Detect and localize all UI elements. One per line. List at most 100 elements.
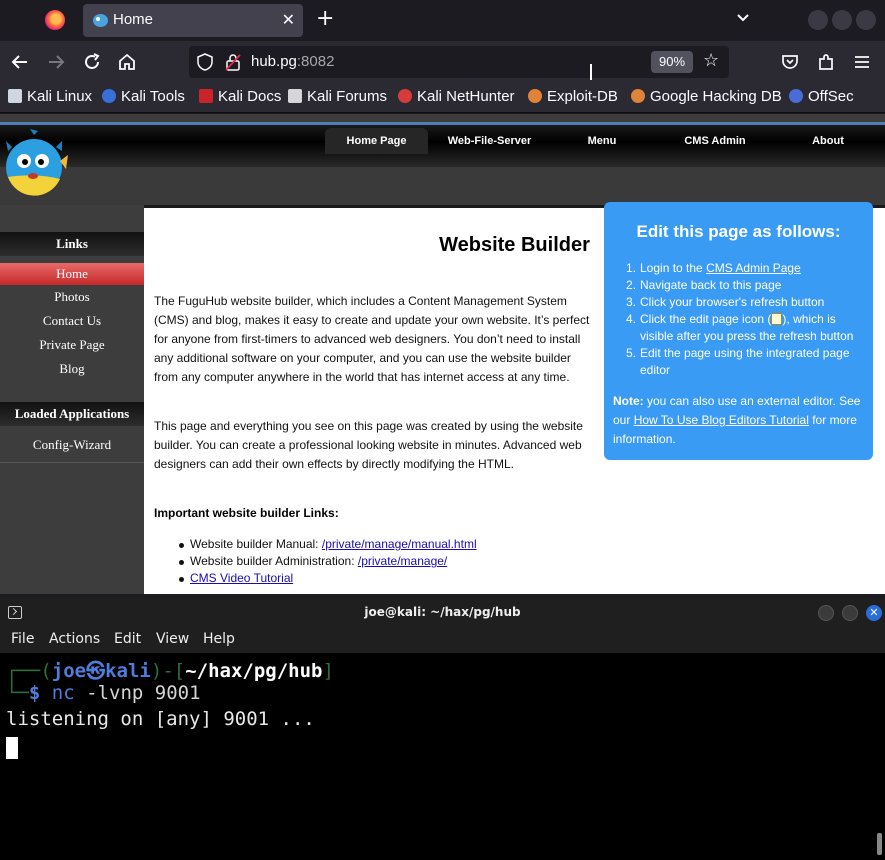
topnav-home-page[interactable]: Home Page bbox=[325, 128, 428, 154]
zoom-level-badge[interactable]: 90% bbox=[651, 51, 693, 73]
command-output: listening on [any] 9001 ... bbox=[6, 708, 315, 730]
sidebar-item-home[interactable]: Home bbox=[0, 263, 144, 285]
builder-links-list: Website builder Manual: /private/manage/… bbox=[179, 536, 477, 587]
cms-video-tutorial-link[interactable]: CMS Video Tutorial bbox=[190, 571, 293, 585]
bookmark-label: Exploit-DB bbox=[547, 88, 618, 105]
close-window-icon[interactable] bbox=[856, 10, 876, 30]
bookmark-kali-tools[interactable]: Kali Tools bbox=[102, 88, 185, 108]
terminal-minimize-icon[interactable] bbox=[818, 605, 834, 621]
bookmark-exploit-db[interactable]: Exploit-DB bbox=[528, 88, 618, 108]
maximize-window-icon[interactable] bbox=[832, 10, 852, 30]
bookmark-kali-forums[interactable]: Kali Forums bbox=[288, 88, 387, 108]
bookmark-kali-linux[interactable]: Kali Linux bbox=[8, 88, 92, 108]
sidebar-item-config-wizard[interactable]: Config-Wizard bbox=[0, 434, 144, 456]
fuguhub-favicon-icon bbox=[93, 14, 108, 27]
back-arrow-icon[interactable] bbox=[9, 51, 31, 73]
blog-editors-tutorial-link[interactable]: How To Use Blog Editors Tutorial bbox=[634, 413, 809, 427]
command-name: nc bbox=[51, 682, 75, 704]
sidebar-item-private-page[interactable]: Private Page bbox=[0, 334, 144, 356]
header-lower bbox=[0, 167, 885, 205]
bookmark-label: Kali Docs bbox=[218, 88, 282, 105]
kali-dragon-icon bbox=[8, 89, 22, 103]
bookmark-label: Google Hacking DB bbox=[650, 88, 782, 105]
command-args: -lvnp 9001 bbox=[86, 682, 201, 704]
fuguhub-pufferfish-logo-icon[interactable] bbox=[2, 129, 68, 203]
bookmark-kali-nethunter[interactable]: Kali NetHunter bbox=[398, 88, 515, 108]
list-item: 2. Navigate back to this page bbox=[626, 278, 782, 292]
navigation-toolbar: hub.pg:8082 90% ☆ bbox=[0, 41, 885, 84]
bookmark-label: Kali NetHunter bbox=[417, 88, 515, 105]
builder-paragraph: This page and everything you see on this… bbox=[154, 419, 583, 471]
sidebar-links-heading: Links bbox=[0, 232, 144, 256]
cms-admin-page-link[interactable]: CMS Admin Page bbox=[706, 261, 801, 275]
list-item: CMS Video Tutorial bbox=[179, 570, 477, 587]
kali-tools-icon bbox=[102, 89, 116, 103]
topnav-cms-admin[interactable]: CMS Admin bbox=[664, 128, 766, 154]
prompt-host: kali bbox=[105, 660, 151, 682]
topnav-about[interactable]: About bbox=[777, 128, 879, 154]
terminal-close-icon[interactable]: ✕ bbox=[866, 605, 882, 621]
link-prefix: Website builder Manual: bbox=[190, 537, 322, 551]
step-text: Click the edit page icon ( bbox=[640, 312, 772, 326]
step-text: Click your browser's refresh button bbox=[640, 295, 825, 309]
terminal-output[interactable]: ┌──(joe㉿kali)-[~/hax/pg/hub] └─$ nc -lvn… bbox=[0, 653, 885, 860]
sidebar-item-blog[interactable]: Blog bbox=[0, 358, 144, 380]
terminal-menu-actions[interactable]: Actions bbox=[49, 631, 100, 647]
command-line: └─$ nc -lvnp 9001 bbox=[6, 682, 201, 704]
bookmark-google-hacking-db[interactable]: Google Hacking DB bbox=[631, 88, 782, 108]
bookmark-star-icon[interactable]: ☆ bbox=[703, 50, 719, 71]
nethunter-icon bbox=[398, 89, 412, 103]
terminal-menu-edit[interactable]: Edit bbox=[114, 631, 141, 647]
tab-title: Home bbox=[113, 11, 154, 28]
step-text: Navigate back to this page bbox=[640, 278, 782, 292]
minimize-window-icon[interactable] bbox=[808, 10, 828, 30]
pocket-icon[interactable] bbox=[779, 51, 801, 73]
extensions-puzzle-icon[interactable] bbox=[815, 51, 837, 73]
web-page-viewport: Home Page Web-File-Server Menu CMS Admin… bbox=[0, 114, 885, 594]
tracking-shield-icon[interactable] bbox=[197, 53, 213, 71]
browser-tab-bar: Home ✕ + bbox=[0, 0, 885, 41]
tab-list-chevron-down-icon[interactable] bbox=[735, 10, 751, 26]
sidebar-divider bbox=[0, 462, 144, 463]
bookmark-label: Kali Linux bbox=[27, 88, 93, 105]
prompt-user: joe bbox=[51, 660, 87, 682]
list-item: 4. Click the edit page icon (), which is … bbox=[626, 312, 854, 343]
note-label: Note: bbox=[613, 394, 644, 408]
terminal-menu-help[interactable]: Help bbox=[203, 631, 235, 647]
sidebar-item-photos[interactable]: Photos bbox=[0, 286, 144, 308]
new-tab-plus-icon[interactable]: + bbox=[316, 6, 334, 31]
list-item: Website builder Manual: /private/manage/… bbox=[179, 536, 477, 553]
url-text[interactable]: hub.pg:8082 bbox=[251, 53, 334, 70]
tab-close-icon[interactable]: ✕ bbox=[282, 10, 295, 29]
kali-docs-icon bbox=[199, 89, 213, 103]
terminal-menu-view[interactable]: View bbox=[156, 631, 189, 647]
browser-tab[interactable]: Home ✕ bbox=[83, 4, 303, 37]
administration-link[interactable]: /private/manage/ bbox=[358, 554, 447, 568]
offsec-icon bbox=[789, 89, 803, 103]
terminal-titlebar[interactable]: joe@kali: ~/hax/pg/hub ✕ bbox=[0, 598, 885, 628]
sidebar: Links Home Photos Contact Us Private Pag… bbox=[0, 205, 144, 594]
firefox-logo-icon[interactable] bbox=[45, 10, 65, 30]
text-cursor-ibeam-icon bbox=[590, 64, 598, 80]
home-icon[interactable] bbox=[116, 51, 138, 73]
edit-instructions-title: Edit this page as follows: bbox=[636, 222, 841, 241]
topnav-menu[interactable]: Menu bbox=[552, 128, 652, 154]
terminal-scrollbar[interactable] bbox=[877, 833, 882, 855]
forward-arrow-icon[interactable] bbox=[45, 51, 67, 73]
manual-link[interactable]: /private/manage/manual.html bbox=[322, 537, 477, 551]
links-heading: Important website builder Links: bbox=[154, 506, 339, 520]
link-prefix: Website builder Administration: bbox=[190, 554, 358, 568]
list-item: 3. Click your browser's refresh button bbox=[626, 295, 825, 309]
terminal-menu-file[interactable]: File bbox=[11, 631, 34, 647]
terminal-maximize-icon[interactable] bbox=[842, 605, 858, 621]
bookmark-kali-docs[interactable]: Kali Docs bbox=[199, 88, 281, 108]
bookmark-label: Kali Tools bbox=[121, 88, 185, 105]
topnav-web-file-server[interactable]: Web-File-Server bbox=[438, 128, 541, 154]
hamburger-menu-icon[interactable] bbox=[851, 51, 873, 73]
list-item: 5. Edit the page using the integrated pag… bbox=[626, 345, 866, 379]
sidebar-item-contact-us[interactable]: Contact Us bbox=[0, 310, 144, 332]
reload-icon[interactable] bbox=[81, 51, 103, 73]
url-bar[interactable]: hub.pg:8082 90% ☆ bbox=[189, 46, 729, 80]
insecure-lock-icon[interactable] bbox=[225, 53, 241, 71]
bookmark-offsec[interactable]: OffSec bbox=[789, 88, 854, 108]
